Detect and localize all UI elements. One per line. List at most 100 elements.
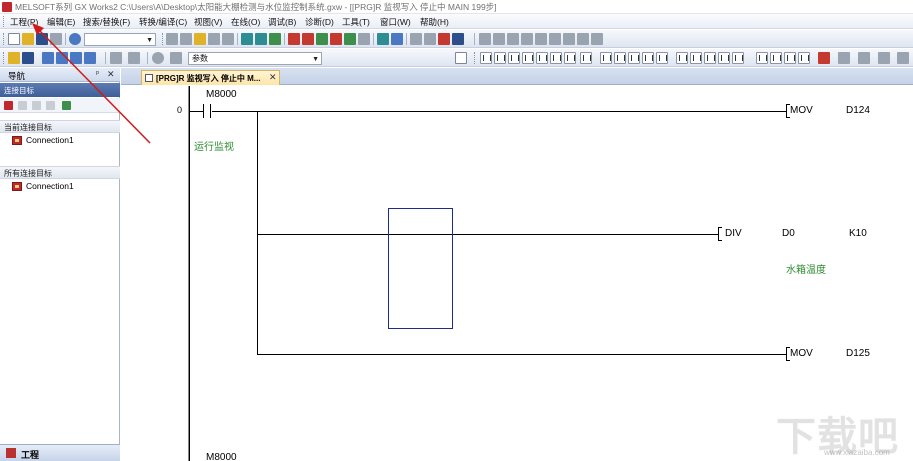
ladder-tool-icon[interactable] bbox=[479, 33, 491, 45]
alias-display-icon[interactable] bbox=[897, 52, 909, 64]
ladder-tool-icon[interactable] bbox=[549, 33, 561, 45]
menubar-grip[interactable] bbox=[3, 16, 5, 27]
undo-icon[interactable] bbox=[208, 33, 220, 45]
ladder-tool-icon[interactable] bbox=[563, 33, 575, 45]
device-list-icon[interactable] bbox=[70, 52, 82, 64]
open-project-icon[interactable] bbox=[22, 33, 34, 45]
parallel-open-contact-icon[interactable] bbox=[494, 52, 506, 64]
rising-pulse-parallel-icon[interactable] bbox=[628, 52, 640, 64]
instruction-mov-1[interactable]: MOV bbox=[790, 105, 813, 116]
tab-main-program[interactable]: [PRG]R 监视写入 停止中 M... ✕ bbox=[141, 70, 280, 85]
pulse-contact-icon[interactable] bbox=[676, 52, 688, 64]
pulse-contact-icon[interactable] bbox=[718, 52, 730, 64]
operand-d0[interactable]: D0 bbox=[782, 228, 795, 239]
ladder-tool-icon[interactable] bbox=[591, 33, 603, 45]
write-to-plc-icon[interactable] bbox=[255, 33, 267, 45]
menu-view[interactable]: 视图(V) bbox=[194, 16, 222, 28]
watch-window-icon[interactable] bbox=[84, 52, 96, 64]
menu-project[interactable]: 工程(P) bbox=[10, 16, 38, 28]
ladder-edit-icon[interactable] bbox=[784, 52, 796, 64]
rising-pulse-icon[interactable] bbox=[600, 52, 612, 64]
simulation-stop-icon[interactable] bbox=[391, 33, 403, 45]
ladder-tool-icon[interactable] bbox=[507, 33, 519, 45]
print-icon[interactable] bbox=[50, 33, 62, 45]
help-icon[interactable] bbox=[69, 33, 81, 45]
copy-connection-icon[interactable] bbox=[18, 101, 27, 110]
ladder-edit-icon[interactable] bbox=[798, 52, 810, 64]
new-project-icon[interactable] bbox=[8, 33, 20, 45]
device-test-icon[interactable] bbox=[344, 33, 356, 45]
register-monitor-icon[interactable] bbox=[410, 33, 422, 45]
monitor-write-icon[interactable] bbox=[330, 33, 342, 45]
monitor-mode-icon[interactable] bbox=[316, 33, 328, 45]
diagnostics-icon[interactable] bbox=[438, 33, 450, 45]
project-tab[interactable]: 工程 bbox=[0, 444, 120, 461]
save-project-icon[interactable] bbox=[36, 33, 48, 45]
pulse-contact-icon[interactable] bbox=[732, 52, 744, 64]
current-connection-group[interactable]: 当前连接目标 bbox=[0, 120, 120, 133]
parallel-closed-contact-icon[interactable] bbox=[522, 52, 534, 64]
output-window-icon[interactable] bbox=[42, 52, 54, 64]
new-connection-icon[interactable] bbox=[4, 101, 13, 110]
ladder-tool-icon[interactable] bbox=[577, 33, 589, 45]
toolbar-grip[interactable] bbox=[162, 33, 164, 45]
ladder-tool-icon[interactable] bbox=[521, 33, 533, 45]
closed-contact-icon[interactable] bbox=[508, 52, 520, 64]
navigation-toggle-icon[interactable] bbox=[8, 52, 20, 64]
redo-icon[interactable] bbox=[222, 33, 234, 45]
cut-icon[interactable] bbox=[166, 33, 178, 45]
falling-pulse-parallel-icon[interactable] bbox=[642, 52, 654, 64]
pin-icon[interactable]: ᵖ bbox=[96, 69, 99, 78]
toolbar-grip[interactable] bbox=[474, 52, 476, 64]
invert-icon[interactable] bbox=[656, 52, 668, 64]
operand-k10[interactable]: K10 bbox=[849, 228, 867, 239]
menu-online[interactable]: 在线(O) bbox=[231, 16, 260, 28]
coil-icon[interactable] bbox=[536, 52, 548, 64]
parameter-combo[interactable]: 参数 ▼ bbox=[188, 52, 322, 65]
ladder-edit-icon[interactable] bbox=[756, 52, 768, 64]
close-icon[interactable]: ✕ bbox=[107, 69, 115, 80]
copy-icon[interactable] bbox=[180, 33, 192, 45]
page-icon[interactable] bbox=[455, 52, 467, 64]
instruction-mov-2[interactable]: MOV bbox=[790, 348, 813, 359]
element-selection-icon[interactable] bbox=[22, 52, 34, 64]
ladder-edit-icon[interactable] bbox=[770, 52, 782, 64]
menu-help[interactable]: 帮助(H) bbox=[420, 16, 449, 28]
vertical-line-icon[interactable] bbox=[580, 52, 592, 64]
comment-display-icon[interactable] bbox=[838, 52, 850, 64]
toolbar-grip[interactable] bbox=[3, 52, 5, 64]
toolbar-grip[interactable] bbox=[3, 33, 5, 45]
ladder-delete-icon[interactable] bbox=[818, 52, 830, 64]
history-icon[interactable] bbox=[152, 52, 164, 64]
close-icon[interactable]: ✕ bbox=[269, 72, 277, 83]
simulation-start-icon[interactable] bbox=[377, 33, 389, 45]
batch-monitor-icon[interactable] bbox=[424, 33, 436, 45]
find-device-icon[interactable] bbox=[128, 52, 140, 64]
paste-connection-icon[interactable] bbox=[32, 101, 41, 110]
delete-connection-icon[interactable] bbox=[46, 101, 55, 110]
all-connections-group[interactable]: 所有连接目标 bbox=[0, 166, 120, 179]
ladder-tool-icon[interactable] bbox=[493, 33, 505, 45]
statement-display-icon[interactable] bbox=[858, 52, 870, 64]
instruction-div[interactable]: DIV bbox=[725, 228, 742, 239]
monitor-start-icon[interactable] bbox=[288, 33, 300, 45]
binoculars-icon[interactable] bbox=[170, 52, 182, 64]
menu-find-replace[interactable]: 搜索/替换(F) bbox=[83, 16, 130, 28]
application-instruction-icon[interactable] bbox=[550, 52, 562, 64]
search-combo[interactable]: ▼ bbox=[84, 33, 156, 46]
refresh-icon[interactable] bbox=[62, 101, 71, 110]
watch-icon[interactable] bbox=[452, 33, 464, 45]
horizontal-line-icon[interactable] bbox=[564, 52, 576, 64]
read-from-plc-icon[interactable] bbox=[241, 33, 253, 45]
pulse-contact-icon[interactable] bbox=[704, 52, 716, 64]
note-display-icon[interactable] bbox=[878, 52, 890, 64]
verify-plc-icon[interactable] bbox=[269, 33, 281, 45]
menu-window[interactable]: 窗口(W) bbox=[380, 16, 411, 28]
connection-destination-header[interactable]: 连接目标 bbox=[0, 83, 120, 97]
zoom-icon[interactable] bbox=[110, 52, 122, 64]
menu-diagnostics[interactable]: 诊断(D) bbox=[305, 16, 334, 28]
ladder-tool-icon[interactable] bbox=[535, 33, 547, 45]
monitor-stop-icon[interactable] bbox=[302, 33, 314, 45]
menu-tools[interactable]: 工具(T) bbox=[342, 16, 370, 28]
menu-edit[interactable]: 编辑(E) bbox=[47, 16, 75, 28]
